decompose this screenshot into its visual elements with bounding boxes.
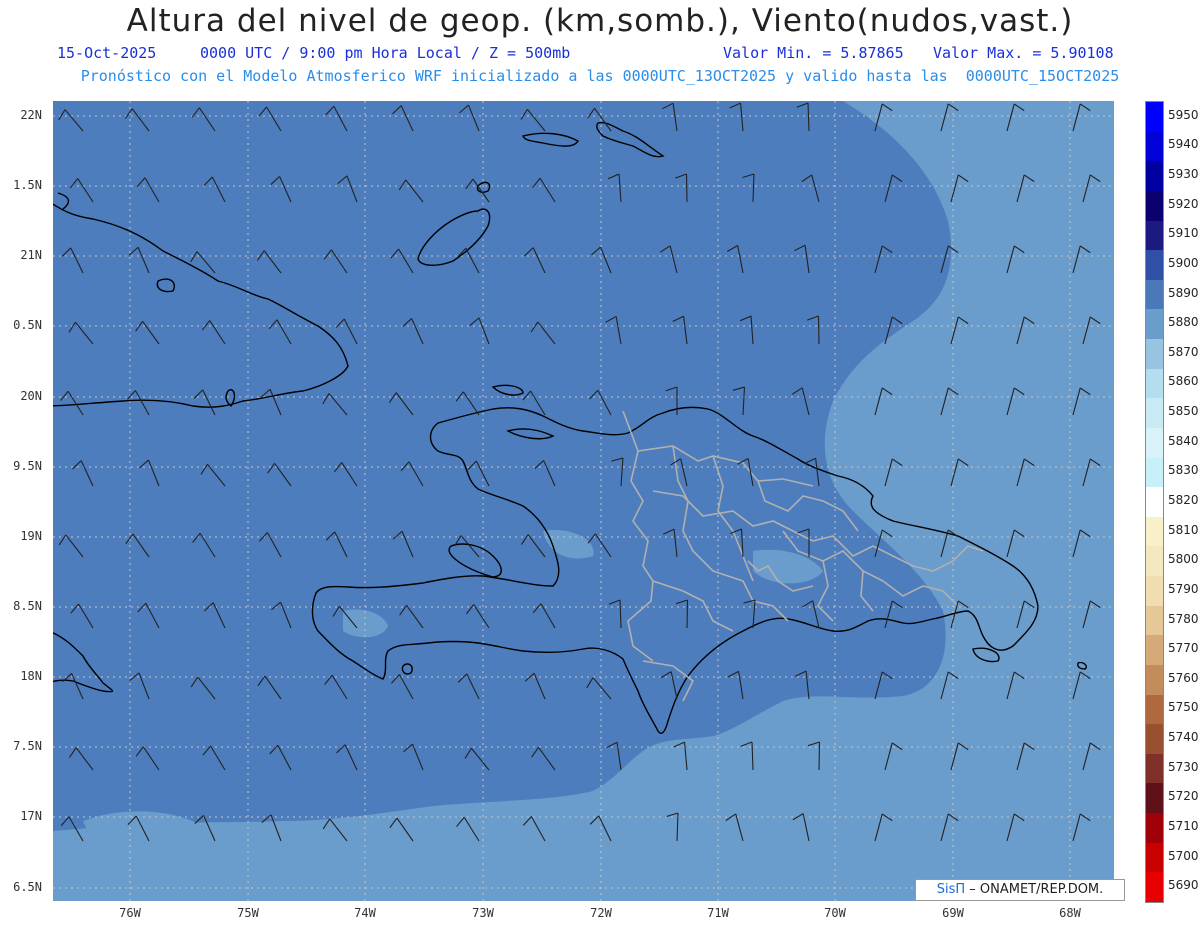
color-scale-label: 5850 xyxy=(1168,404,1199,419)
lat-label: 1.5N xyxy=(13,178,42,192)
lat-label: 19N xyxy=(20,529,42,543)
valid-date: 15-Oct-2025 xyxy=(57,44,157,62)
color-scale-label: 5770 xyxy=(1168,641,1199,656)
color-scale-label: 5700 xyxy=(1168,848,1199,863)
lat-label: 6.5N xyxy=(13,880,42,894)
color-scale-bar xyxy=(1145,101,1164,903)
color-scale-cell xyxy=(1146,250,1163,281)
color-scale-cell xyxy=(1146,161,1163,192)
color-scale-label: 5800 xyxy=(1168,552,1199,567)
color-scale-label: 5860 xyxy=(1168,374,1199,389)
lat-label: 7.5N xyxy=(13,739,42,753)
color-scale-label: 5720 xyxy=(1168,789,1199,804)
lon-label: 75W xyxy=(237,906,259,920)
lon-label: 70W xyxy=(824,906,846,920)
color-scale-cell xyxy=(1146,753,1163,784)
color-scale-cell xyxy=(1146,694,1163,725)
color-scale-label: 5750 xyxy=(1168,700,1199,715)
color-scale-cell xyxy=(1146,102,1163,133)
color-scale-label: 5870 xyxy=(1168,344,1199,359)
color-scale-cell xyxy=(1146,398,1163,429)
lat-label: 21N xyxy=(20,248,42,262)
lat-label: 18N xyxy=(20,669,42,683)
color-scale-cell xyxy=(1146,516,1163,547)
color-scale-label: 5690 xyxy=(1168,878,1199,893)
credit-text: – ONAMET/REP.DOM. xyxy=(969,882,1104,897)
credit-box: SisΠ – ONAMET/REP.DOM. xyxy=(915,879,1125,901)
color-scale-label: 5790 xyxy=(1168,581,1199,596)
map-title: Altura del nivel de geop. (km,somb.), Vi… xyxy=(126,3,1074,39)
lat-label: 8.5N xyxy=(13,599,42,613)
model-info: Pronóstico con el Modelo Atmosferico WRF… xyxy=(80,67,1120,85)
color-scale-label: 5820 xyxy=(1168,493,1199,507)
lon-label: 74W xyxy=(354,906,376,920)
min-value: Valor Min. = 5.87865 xyxy=(723,44,904,62)
color-scale-cell xyxy=(1146,576,1163,607)
color-scale-cell xyxy=(1146,842,1163,873)
color-scale-cell xyxy=(1146,605,1163,636)
lon-label: 71W xyxy=(707,906,729,920)
lon-label: 68W xyxy=(1059,906,1081,920)
max-value: Valor Max. = 5.90108 xyxy=(933,44,1114,62)
lon-label: 72W xyxy=(590,906,612,920)
forecast-map xyxy=(53,101,1114,901)
color-scale-label: 5830 xyxy=(1168,463,1199,478)
brand-logo: SisΠ xyxy=(936,882,966,897)
color-scale-cell xyxy=(1146,220,1163,251)
lat-label: 22N xyxy=(20,108,42,122)
color-scale-cell xyxy=(1146,190,1163,221)
color-scale-label: 5730 xyxy=(1168,759,1199,774)
color-scale-label: 5710 xyxy=(1168,818,1199,833)
color-scale-label: 5780 xyxy=(1168,611,1199,626)
color-scale-label: 5900 xyxy=(1168,255,1199,270)
color-scale-cell xyxy=(1146,813,1163,844)
color-scale-cell xyxy=(1146,872,1163,903)
color-scale-cell xyxy=(1146,131,1163,162)
color-scale-label: 5880 xyxy=(1168,315,1199,330)
color-scale-label: 5950 xyxy=(1168,107,1199,122)
lat-label: 17N xyxy=(20,809,42,823)
color-scale-cell xyxy=(1146,309,1163,340)
lat-label: 9.5N xyxy=(13,459,42,473)
lon-label: 69W xyxy=(942,906,964,920)
subtitle-line: 15-Oct-2025 0000 UTC / 9:00 pm Hora Loca… xyxy=(0,44,1200,66)
color-scale-cell xyxy=(1146,368,1163,399)
color-scale-cell xyxy=(1146,664,1163,696)
color-scale-cell xyxy=(1146,487,1163,518)
color-scale-label: 5940 xyxy=(1168,137,1199,152)
color-scale-label: 5840 xyxy=(1168,433,1199,448)
color-scale-label: 5760 xyxy=(1168,670,1199,685)
color-scale-label: 5740 xyxy=(1168,730,1199,745)
color-scale-cell xyxy=(1146,635,1163,666)
color-scale-label: 5910 xyxy=(1168,226,1199,241)
color-scale-label: 5920 xyxy=(1168,196,1199,211)
color-scale-cell xyxy=(1146,279,1163,310)
color-scale-cell xyxy=(1146,339,1163,370)
color-scale-label: 5930 xyxy=(1168,167,1199,182)
color-scale-cell xyxy=(1146,783,1163,814)
color-scale-label: 5810 xyxy=(1168,522,1199,537)
color-scale-label: 5890 xyxy=(1168,285,1199,300)
color-scale-cell xyxy=(1146,546,1163,577)
color-scale-cell xyxy=(1146,724,1163,755)
lat-label: 20N xyxy=(20,389,42,403)
color-scale-cell xyxy=(1146,427,1163,459)
map-canvas xyxy=(53,101,1114,901)
color-scale-cell xyxy=(1146,457,1163,488)
lat-label: 0.5N xyxy=(13,318,42,332)
lon-label: 73W xyxy=(472,906,494,920)
valid-time: 0000 UTC / 9:00 pm Hora Local / Z = 500m… xyxy=(200,44,571,62)
lon-label: 76W xyxy=(119,906,141,920)
